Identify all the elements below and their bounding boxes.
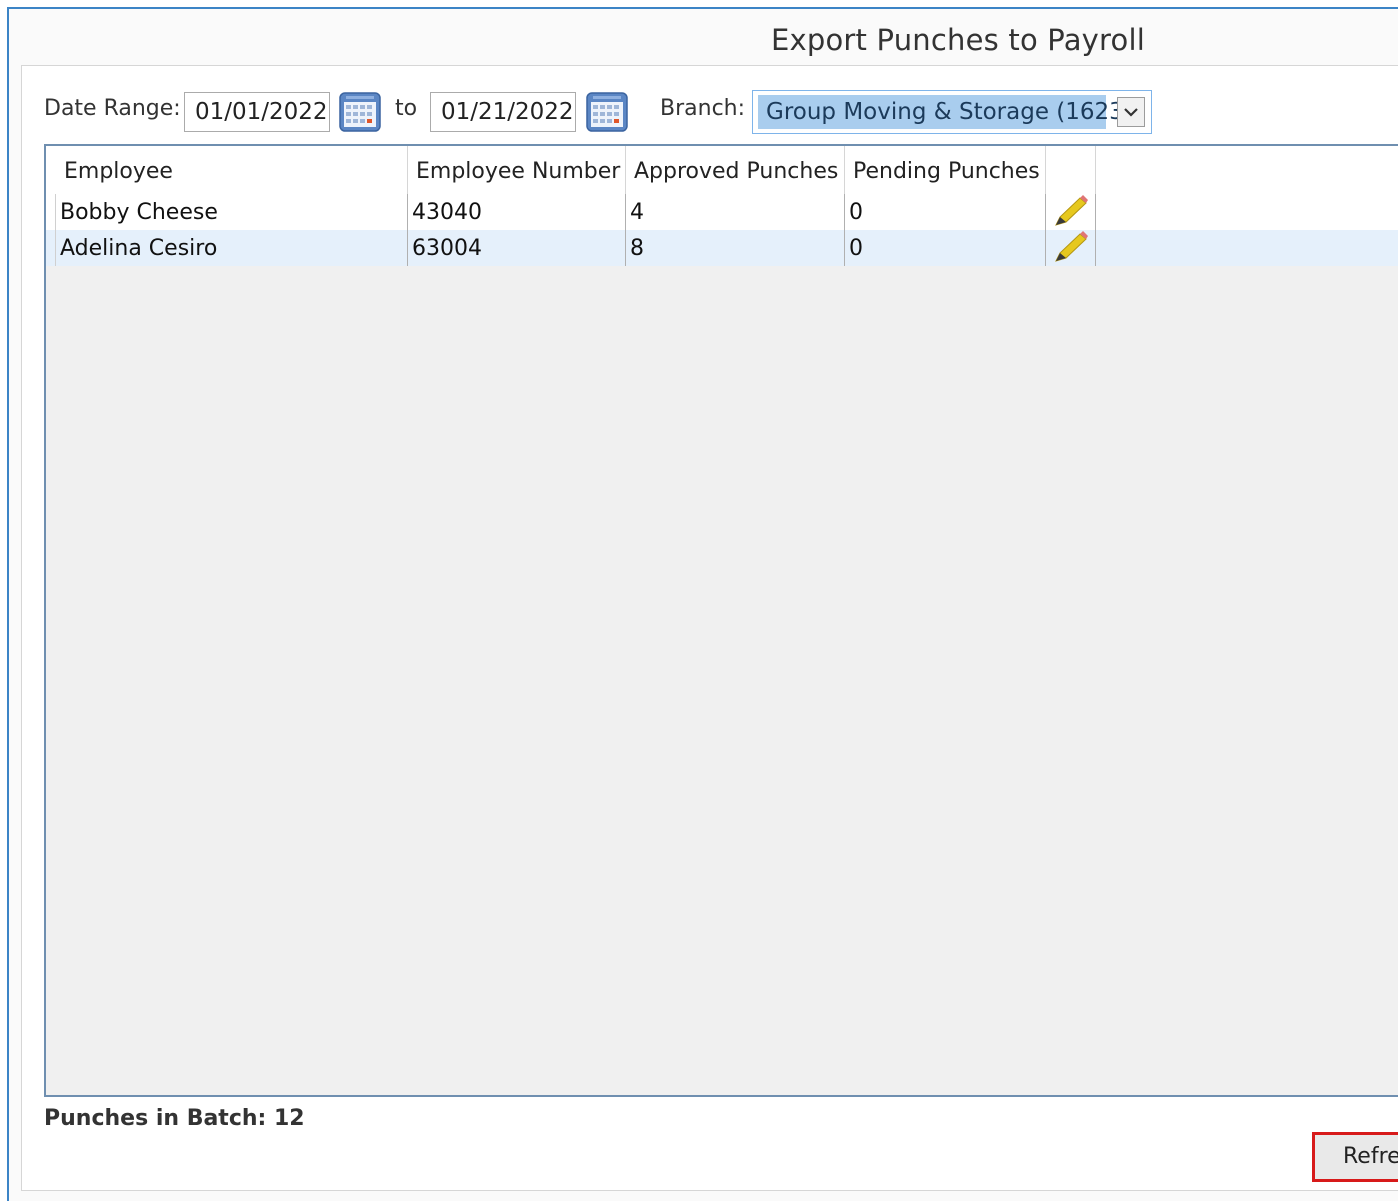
end-date-calendar-icon[interactable] <box>585 90 629 134</box>
approved-punches-cell: 4 <box>626 194 845 230</box>
start-date-field[interactable]: 01/01/2022 <box>184 92 330 132</box>
employee-name-cell: Adelina Cesiro <box>56 230 408 266</box>
grid-header: Employee Employee Number Approved Punche… <box>46 146 1398 195</box>
employee-number-cell: 63004 <box>408 230 626 266</box>
export-punches-window: Export Punches to Payroll Date Range: 01… <box>7 7 1398 1201</box>
window-title: Export Punches to Payroll <box>771 23 1145 57</box>
employee-punch-grid[interactable]: Employee Employee Number Approved Punche… <box>44 144 1398 1097</box>
pending-punches-cell: 0 <box>845 230 1046 266</box>
edit-cell <box>1046 230 1096 266</box>
pencil-icon[interactable] <box>1052 231 1088 265</box>
branch-select[interactable]: Group Moving & Storage (1623) <box>752 90 1152 134</box>
column-header-approved-punches[interactable]: Approved Punches <box>626 146 845 194</box>
employee-number-cell: 43040 <box>408 194 626 230</box>
pending-punches-cell: 0 <box>845 194 1046 230</box>
pencil-icon[interactable] <box>1052 195 1088 229</box>
branch-label: Branch: <box>660 96 746 121</box>
to-label: to <box>395 96 418 121</box>
column-header-employee[interactable]: Employee <box>56 146 408 194</box>
edit-cell <box>1046 194 1096 230</box>
branch-selected-value: Group Moving & Storage (1623) <box>758 95 1133 129</box>
refresh-button[interactable]: Refresh <box>1312 1132 1398 1182</box>
end-date-field[interactable]: 01/21/2022 <box>430 92 576 132</box>
column-header-actions <box>1046 146 1096 194</box>
column-header-employee-number[interactable]: Employee Number <box>408 146 626 194</box>
branch-dropdown-button[interactable] <box>1117 97 1145 127</box>
employee-name-cell: Bobby Cheese <box>56 194 408 230</box>
table-row[interactable]: Bobby Cheese 43040 4 0 <box>46 194 1398 230</box>
start-date-calendar-icon[interactable] <box>338 90 382 134</box>
approved-punches-cell: 8 <box>626 230 845 266</box>
table-row[interactable]: Adelina Cesiro 63004 8 0 <box>46 230 1398 266</box>
date-range-label: Date Range: <box>44 96 181 121</box>
punches-in-batch-label: Punches in Batch: 12 <box>44 1106 305 1131</box>
chevron-down-icon <box>1124 108 1138 117</box>
export-panel: Date Range: 01/01/2022 to 01/21/2022 Bra… <box>21 65 1398 1191</box>
column-header-pending-punches[interactable]: Pending Punches <box>845 146 1046 194</box>
refresh-button-label: Refresh <box>1343 1144 1398 1169</box>
